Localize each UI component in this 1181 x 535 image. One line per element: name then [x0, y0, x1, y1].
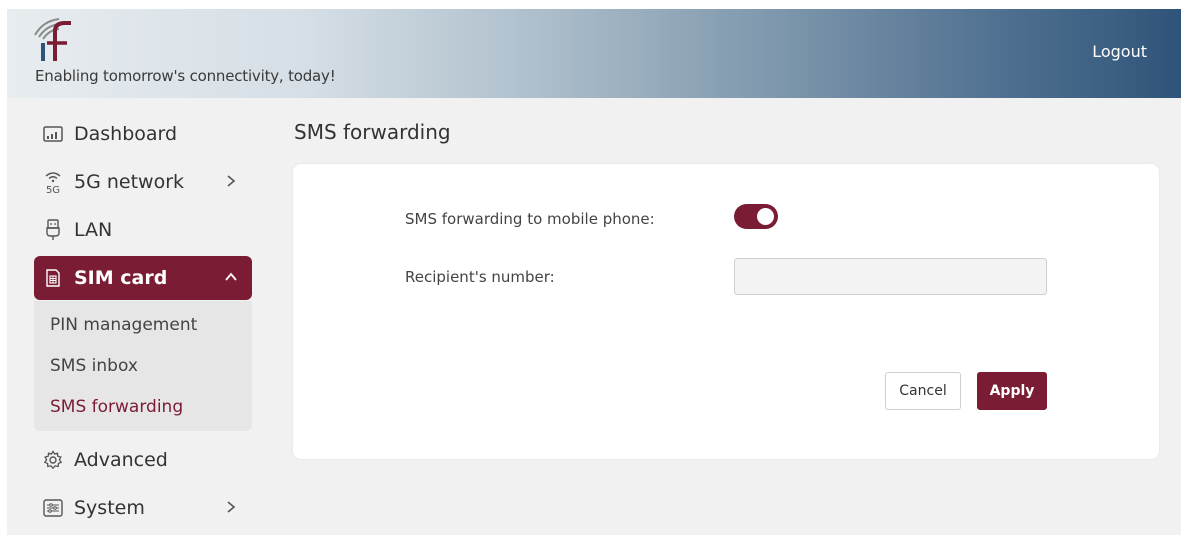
sidebar-item-label: Dashboard: [74, 123, 178, 145]
logout-link[interactable]: Logout: [1092, 42, 1147, 61]
submenu-item-sms-forwarding[interactable]: SMS forwarding: [50, 397, 183, 417]
submenu-item-sms-inbox[interactable]: SMS inbox: [50, 356, 138, 376]
sms-forwarding-card: SMS forwarding to mobile phone: Recipien…: [293, 164, 1159, 459]
sidebar-item-label: Advanced: [74, 449, 168, 471]
company-logo: [34, 18, 71, 61]
svg-text:5G: 5G: [46, 185, 60, 194]
forwarding-toggle-label: SMS forwarding to mobile phone:: [405, 210, 655, 228]
sidebar-item-label: 5G network: [74, 171, 185, 193]
app-frame: Enabling tomorrow's connectivity, today!…: [7, 9, 1181, 535]
submenu-item-pin-management[interactable]: PIN management: [50, 315, 197, 335]
sidebar-item-dashboard[interactable]: Dashboard: [34, 112, 252, 156]
lan-icon: [42, 219, 64, 241]
chevron-right-icon: [227, 175, 236, 187]
sidebar-item-lan[interactable]: LAN: [34, 208, 252, 252]
header-bar: Enabling tomorrow's connectivity, today!…: [7, 9, 1181, 98]
sidebar-item-label: SIM card: [74, 267, 168, 289]
recipient-number-input[interactable]: [734, 258, 1047, 295]
apply-button[interactable]: Apply: [977, 372, 1047, 410]
sidebar-item-sim-card[interactable]: SIM card: [34, 256, 252, 300]
sidebar-item-label: LAN: [74, 219, 113, 241]
toggle-knob: [757, 208, 774, 225]
chevron-up-icon: [225, 272, 237, 281]
tagline: Enabling tomorrow's connectivity, today!: [35, 67, 336, 85]
cancel-button[interactable]: Cancel: [885, 372, 961, 410]
system-icon: [42, 497, 64, 519]
page-title: SMS forwarding: [294, 120, 451, 144]
sidebar-item-system[interactable]: System: [34, 486, 252, 530]
5g-network-icon: 5G: [42, 171, 64, 194]
gear-icon: [42, 449, 64, 471]
sms-forwarding-toggle[interactable]: [734, 204, 778, 229]
sidebar-item-advanced[interactable]: Advanced: [34, 438, 252, 482]
recipient-number-label: Recipient's number:: [405, 268, 555, 286]
sidebar-item-label: System: [74, 497, 145, 519]
chevron-right-icon: [227, 501, 236, 513]
sim-card-icon: [42, 267, 64, 289]
sidebar-item-5g-network[interactable]: 5G 5G network: [34, 160, 252, 204]
sim-card-submenu: PIN management SMS inbox SMS forwarding: [34, 301, 252, 431]
dashboard-icon: [42, 123, 64, 145]
